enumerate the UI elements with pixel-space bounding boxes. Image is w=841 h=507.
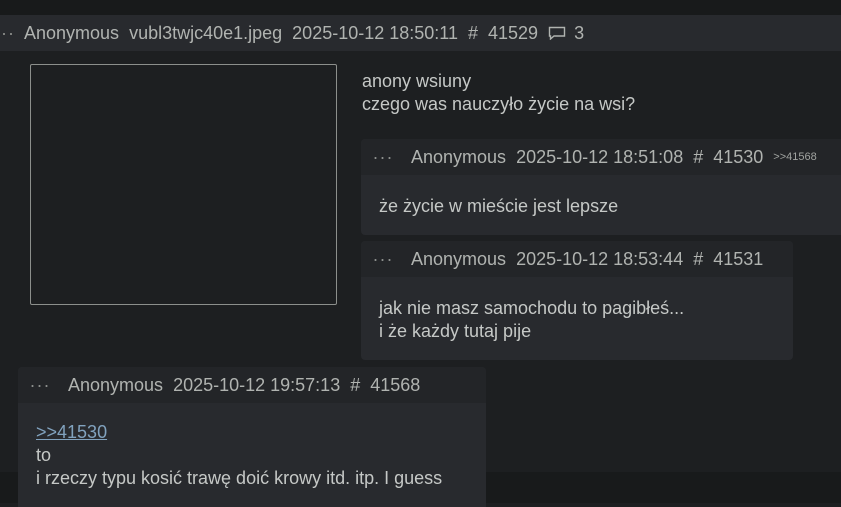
reply-message-line: jak nie masz samochodu to pagibłeś... (379, 298, 685, 318)
top-bar (0, 0, 841, 15)
op-message-line: czego was nauczyło życie na wsi? (362, 94, 636, 114)
op-post-header: ··· Anonymous vubl3twjc40e1.jpeg 2025-10… (0, 15, 841, 51)
reply-menu-icon[interactable]: ··· (365, 147, 401, 168)
reply-poster-name: Anonymous (411, 248, 507, 269)
op-menu-icon[interactable]: ··· (0, 23, 14, 44)
reply-post-number[interactable]: 41530 (713, 147, 763, 168)
reply-post: ··· Anonymous 2025-10-12 19:57:13 # 4156… (18, 367, 486, 507)
reply-post: ··· Anonymous 2025-10-12 18:53:44 # 4153… (361, 241, 793, 360)
reply-header: ··· Anonymous 2025-10-12 19:57:13 # 4156… (18, 367, 486, 403)
reply-hash: # (350, 374, 361, 395)
op-post-number[interactable]: 41529 (488, 23, 538, 44)
op-hash: # (467, 22, 478, 43)
op-timestamp: 2025-10-12 18:50:11 (292, 22, 458, 43)
reply-post-number[interactable]: 41568 (370, 375, 420, 396)
op-filename-link[interactable]: vubl3twjc40e1.jpeg (129, 23, 282, 44)
reply-post-number[interactable]: 41531 (713, 249, 763, 270)
reply-poster-name: Anonymous (68, 374, 164, 395)
reply-message: jak nie masz samochodu to pagibłeś... i … (361, 277, 793, 343)
reply-post: ··· Anonymous 2025-10-12 18:51:08 # 4153… (361, 139, 841, 235)
reply-message-line: i że każdy tutaj pije (379, 321, 532, 341)
reply-menu-icon[interactable]: ··· (365, 249, 401, 270)
reply-message-line: to (36, 445, 52, 465)
comment-icon (548, 26, 566, 40)
op-reply-count: 3 (574, 22, 585, 43)
reply-timestamp: 2025-10-12 18:51:08 (516, 146, 684, 167)
reply-message: że życie w mieście jest lepsze (361, 175, 841, 218)
reply-menu-icon[interactable]: ··· (22, 375, 58, 396)
reply-hash: # (693, 146, 704, 167)
reply-timestamp: 2025-10-12 19:57:13 (173, 374, 341, 395)
quote-link[interactable]: >>41530 (36, 421, 468, 444)
reply-hash: # (693, 248, 704, 269)
op-message: anony wsiuny czego was nauczyło życie na… (362, 70, 635, 116)
reply-poster-name: Anonymous (411, 146, 507, 167)
reply-header: ··· Anonymous 2025-10-12 18:51:08 # 4153… (361, 139, 841, 175)
reply-message-line: i rzeczy typu kosić trawę doić krowy itd… (36, 468, 443, 488)
reply-header: ··· Anonymous 2025-10-12 18:53:44 # 4153… (361, 241, 793, 277)
op-reply-counter[interactable]: 3 (548, 23, 594, 44)
op-image-thumbnail[interactable] (30, 64, 337, 305)
op-message-line: anony wsiuny (362, 71, 472, 91)
op-poster-name: Anonymous (24, 22, 120, 43)
reply-backlink[interactable]: >>41568 (773, 151, 816, 163)
reply-message-line: że życie w mieście jest lepsze (379, 196, 619, 216)
reply-timestamp: 2025-10-12 18:53:44 (516, 248, 684, 269)
reply-message: >>41530 to i rzeczy typu kosić trawę doi… (18, 403, 486, 490)
